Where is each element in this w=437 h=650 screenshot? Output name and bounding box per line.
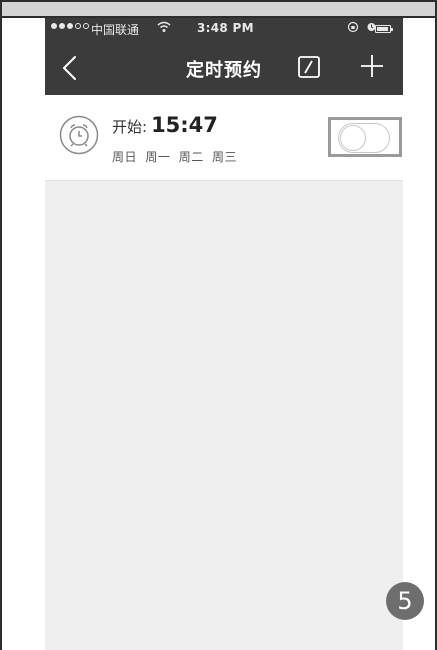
- rotation-lock-icon: [347, 21, 359, 36]
- navigation-bar: 定时预约: [45, 40, 403, 95]
- status-time: 3:48 PM: [197, 21, 254, 35]
- plus-icon: [361, 55, 383, 77]
- repeat-day: 周一: [145, 150, 171, 164]
- carrier-name: 中国联通: [91, 23, 140, 37]
- app-header: 中国联通 3:48 PM 定时预约: [45, 18, 403, 95]
- start-label: 开始:: [112, 118, 148, 136]
- battery-icon: [375, 25, 393, 33]
- toggle-knob: [340, 125, 366, 151]
- repeat-day: 周三: [212, 150, 238, 164]
- start-time: 15:47: [151, 113, 218, 137]
- repeat-day: 周二: [178, 150, 204, 164]
- repeat-days: 周日 周一 周二 周三: [112, 148, 241, 165]
- phone-screen: 中国联通 3:48 PM 定时预约 开始: 15:47 周日 周一 周二 周三: [45, 18, 403, 650]
- repeat-day: 周日: [112, 150, 138, 164]
- wifi-icon: [157, 20, 171, 37]
- frame-top-bar: [0, 0, 437, 18]
- add-schedule-button[interactable]: [359, 53, 385, 79]
- signal-strength-icon: [51, 23, 89, 29]
- status-bar: 中国联通 3:48 PM: [45, 18, 403, 40]
- alarm-clock-icon: [59, 115, 99, 155]
- start-time-line: 开始: 15:47: [112, 113, 218, 137]
- edit-button[interactable]: [297, 55, 321, 79]
- schedule-enable-toggle[interactable]: [338, 123, 390, 153]
- page-title: 定时预约: [186, 60, 262, 81]
- schedule-row[interactable]: 开始: 15:47 周日 周一 周二 周三: [45, 95, 403, 181]
- step-number-badge: 5: [386, 582, 424, 620]
- edit-icon: [298, 56, 320, 78]
